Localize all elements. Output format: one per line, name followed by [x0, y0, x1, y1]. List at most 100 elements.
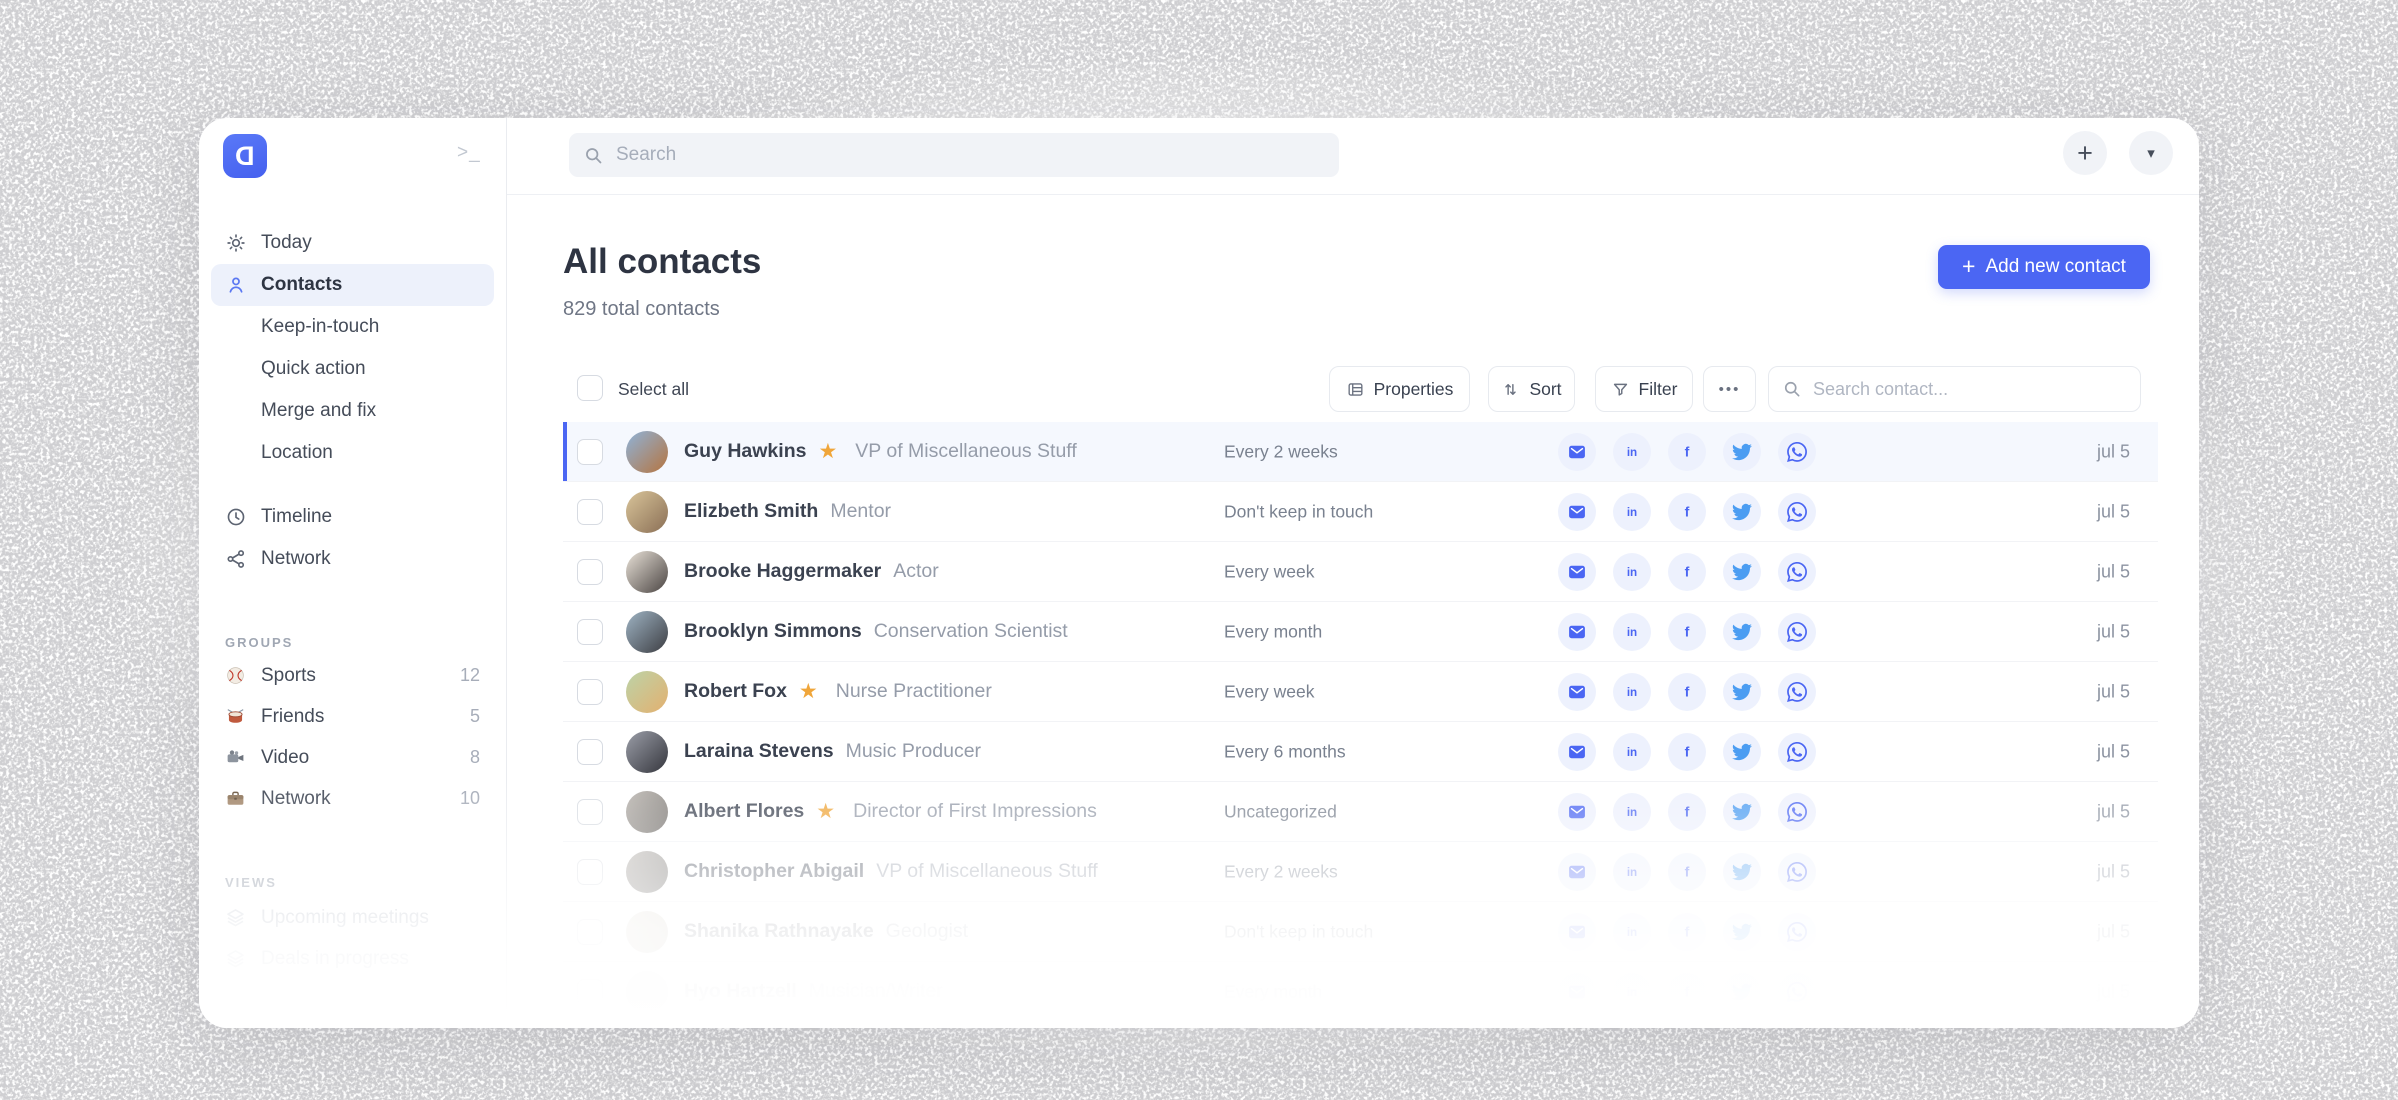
- row-checkbox[interactable]: [577, 439, 603, 465]
- group-item-video[interactable]: Video 8: [211, 737, 494, 778]
- select-all-checkbox[interactable]: [577, 375, 603, 401]
- global-search[interactable]: [569, 133, 1339, 177]
- row-checkbox[interactable]: [577, 739, 603, 765]
- linkedin-icon[interactable]: in: [1613, 853, 1651, 891]
- contact-search[interactable]: [1768, 366, 2141, 412]
- sidebar-item-contacts[interactable]: Contacts: [211, 264, 494, 306]
- contact-row-hyo-hartzell[interactable]: Hyo Hartzell ★ Musician/Writer Every mon…: [563, 962, 2158, 1022]
- whatsapp-icon[interactable]: [1778, 913, 1816, 951]
- global-search-input[interactable]: [614, 143, 1254, 167]
- group-item-friends[interactable]: Friends 5: [211, 696, 494, 737]
- contact-row-albert-flores[interactable]: Albert Flores ★ Director of First Impres…: [563, 782, 2158, 842]
- contact-row-shanika-rathnayake[interactable]: Shanika Rathnayake ★ Geologist Don't kee…: [563, 902, 2158, 962]
- email-icon[interactable]: [1558, 733, 1596, 771]
- sidebar-item-network[interactable]: Network: [211, 538, 494, 580]
- sidebar-item-quick-action[interactable]: Quick action: [211, 348, 494, 390]
- contact-row-guy-hawkins[interactable]: Guy Hawkins ★ VP of Miscellaneous Stuff …: [563, 422, 2158, 482]
- star-icon[interactable]: ★: [816, 801, 835, 822]
- email-icon[interactable]: [1558, 553, 1596, 591]
- whatsapp-icon[interactable]: [1778, 553, 1816, 591]
- account-menu-button[interactable]: ▾: [2129, 131, 2173, 175]
- row-checkbox[interactable]: [577, 679, 603, 705]
- email-icon[interactable]: [1558, 913, 1596, 951]
- sidebar-item-keep-in-touch[interactable]: Keep-in-touch: [211, 306, 494, 348]
- email-icon[interactable]: [1558, 433, 1596, 471]
- contact-row-laraina-stevens[interactable]: Laraina Stevens ★ Music Producer Every 6…: [563, 722, 2158, 782]
- linkedin-icon[interactable]: in: [1613, 793, 1651, 831]
- row-checkbox[interactable]: [577, 799, 603, 825]
- facebook-icon[interactable]: f: [1668, 733, 1706, 771]
- keep-in-touch-frequency[interactable]: Don't keep in touch: [1224, 501, 1373, 522]
- linkedin-icon[interactable]: in: [1613, 733, 1651, 771]
- contact-row-brooklyn-simmons[interactable]: Brooklyn Simmons ★ Conservation Scientis…: [563, 602, 2158, 662]
- contact-name[interactable]: Christopher Abigail: [684, 860, 864, 883]
- filter-button[interactable]: Filter: [1595, 366, 1693, 412]
- collapse-sidebar-icon[interactable]: >_: [457, 142, 481, 164]
- twitter-icon[interactable]: [1723, 853, 1761, 891]
- contact-name[interactable]: Laraina Stevens: [684, 740, 834, 763]
- more-actions-button[interactable]: •••: [1703, 366, 1756, 412]
- whatsapp-icon[interactable]: [1778, 673, 1816, 711]
- linkedin-icon[interactable]: in: [1613, 553, 1651, 591]
- facebook-icon[interactable]: f: [1668, 493, 1706, 531]
- linkedin-icon[interactable]: in: [1613, 613, 1651, 651]
- group-item-network[interactable]: Network 10: [211, 778, 494, 819]
- twitter-icon[interactable]: [1723, 793, 1761, 831]
- keep-in-touch-frequency[interactable]: Every week: [1224, 561, 1314, 582]
- twitter-icon[interactable]: [1723, 913, 1761, 951]
- linkedin-icon[interactable]: in: [1613, 433, 1651, 471]
- keep-in-touch-frequency[interactable]: Every week: [1224, 681, 1314, 702]
- twitter-icon[interactable]: [1723, 613, 1761, 651]
- contact-name[interactable]: Hyo Hartzell: [684, 980, 797, 1003]
- twitter-icon[interactable]: [1723, 433, 1761, 471]
- contact-row-christopher-abigail[interactable]: Christopher Abigail ★ VP of Miscellaneou…: [563, 842, 2158, 902]
- sidebar-item-timeline[interactable]: Timeline: [211, 496, 494, 538]
- add-new-contact-button[interactable]: + Add new contact: [1938, 245, 2150, 289]
- linkedin-icon[interactable]: in: [1613, 673, 1651, 711]
- sidebar-item-merge-and-fix[interactable]: Merge and fix: [211, 390, 494, 432]
- quick-add-button[interactable]: +: [2063, 131, 2107, 175]
- keep-in-touch-frequency[interactable]: Every 2 weeks: [1224, 441, 1338, 462]
- twitter-icon[interactable]: [1723, 493, 1761, 531]
- twitter-icon[interactable]: [1723, 733, 1761, 771]
- linkedin-icon[interactable]: in: [1613, 493, 1651, 531]
- twitter-icon[interactable]: [1723, 673, 1761, 711]
- contact-name[interactable]: Albert Flores: [684, 800, 804, 823]
- whatsapp-icon[interactable]: [1778, 853, 1816, 891]
- whatsapp-icon[interactable]: [1778, 493, 1816, 531]
- keep-in-touch-frequency[interactable]: Every month: [1224, 621, 1322, 642]
- keep-in-touch-frequency[interactable]: Every 6 months: [1224, 741, 1346, 762]
- whatsapp-icon[interactable]: [1778, 433, 1816, 471]
- keep-in-touch-frequency[interactable]: Every month: [1224, 981, 1322, 1002]
- email-icon[interactable]: [1558, 493, 1596, 531]
- sort-button[interactable]: Sort: [1488, 366, 1575, 412]
- twitter-icon[interactable]: [1723, 553, 1761, 591]
- email-icon[interactable]: [1558, 793, 1596, 831]
- contact-row-robert-fox[interactable]: Robert Fox ★ Nurse Practitioner Every we…: [563, 662, 2158, 722]
- contact-name[interactable]: Elizbeth Smith: [684, 500, 818, 523]
- contact-name[interactable]: Shanika Rathnayake: [684, 920, 874, 943]
- row-checkbox[interactable]: [577, 979, 603, 1005]
- view-item-deals-in-progress[interactable]: Deals in progress: [211, 938, 494, 979]
- facebook-icon[interactable]: f: [1668, 673, 1706, 711]
- keep-in-touch-frequency[interactable]: Every 2 weeks: [1224, 861, 1338, 882]
- facebook-icon[interactable]: f: [1668, 973, 1706, 1011]
- contact-search-input[interactable]: [1811, 377, 2111, 401]
- email-icon[interactable]: [1558, 973, 1596, 1011]
- contact-name[interactable]: Brooklyn Simmons: [684, 620, 862, 643]
- star-icon[interactable]: ★: [818, 441, 837, 462]
- view-item-upcoming-meetings[interactable]: Upcoming meetings: [211, 897, 494, 938]
- facebook-icon[interactable]: f: [1668, 553, 1706, 591]
- email-icon[interactable]: [1558, 613, 1596, 651]
- keep-in-touch-frequency[interactable]: Don't keep in touch: [1224, 921, 1373, 942]
- row-checkbox[interactable]: [577, 559, 603, 585]
- properties-button[interactable]: Properties: [1329, 366, 1470, 412]
- facebook-icon[interactable]: f: [1668, 913, 1706, 951]
- facebook-icon[interactable]: f: [1668, 853, 1706, 891]
- contact-name[interactable]: Brooke Haggermaker: [684, 560, 881, 583]
- contact-row-elizbeth-smith[interactable]: Elizbeth Smith ★ Mentor Don't keep in to…: [563, 482, 2158, 542]
- app-logo[interactable]: D: [223, 134, 267, 178]
- whatsapp-icon[interactable]: [1778, 733, 1816, 771]
- contact-name[interactable]: Guy Hawkins: [684, 440, 806, 463]
- row-checkbox[interactable]: [577, 499, 603, 525]
